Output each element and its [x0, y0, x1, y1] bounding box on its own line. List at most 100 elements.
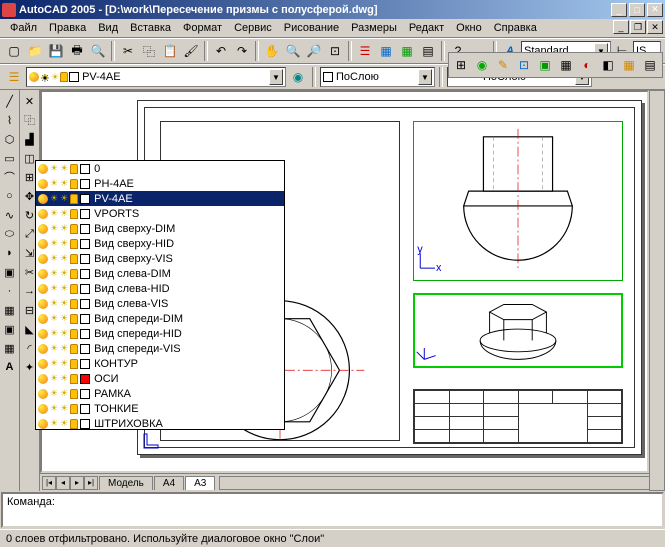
color-swatch[interactable] [80, 299, 90, 309]
freeze-icon[interactable]: ☀ [60, 313, 68, 324]
tab-prev-icon[interactable]: ◂ [56, 476, 70, 490]
doc-minimize-button[interactable]: _ [613, 20, 629, 34]
menu-Файл[interactable]: Файл [4, 20, 43, 36]
color-swatch[interactable] [80, 284, 90, 294]
bulb-icon[interactable] [38, 314, 48, 324]
color-swatch[interactable] [80, 374, 90, 384]
layer-item-Вид слева-VIS[interactable]: ☀☀Вид слева-VIS [36, 296, 284, 311]
tb-icon[interactable]: ✎ [493, 55, 513, 75]
lock-icon[interactable] [70, 179, 78, 189]
redo-icon[interactable]: ↷ [232, 41, 252, 61]
sun-icon[interactable]: ☀ [50, 268, 58, 279]
tb-icon[interactable]: ▣ [535, 55, 555, 75]
preview-icon[interactable]: 🔍 [88, 41, 108, 61]
sun-icon[interactable]: ☀ [50, 178, 58, 189]
region-icon[interactable]: ▣ [1, 320, 19, 338]
layer-item-Вид слева-HID[interactable]: ☀☀Вид слева-HID [36, 281, 284, 296]
copy-icon[interactable]: ⿻ [139, 41, 159, 61]
layer-item-Вид слева-DIM[interactable]: ☀☀Вид слева-DIM [36, 266, 284, 281]
match-icon[interactable]: 🖌 [181, 41, 201, 61]
layer-item-КОНТУР[interactable]: ☀☀КОНТУР [36, 356, 284, 371]
copyobj-icon[interactable]: ⿻ [21, 111, 39, 129]
hatch-icon[interactable]: ▦ [1, 301, 19, 319]
lock-icon[interactable] [70, 404, 78, 414]
freeze-icon[interactable]: ☀ [60, 373, 68, 384]
freeze-icon[interactable]: ☀ [60, 163, 68, 174]
color-swatch[interactable] [80, 239, 90, 249]
sun-icon[interactable]: ☀ [50, 253, 58, 264]
freeze-icon[interactable]: ☀ [60, 253, 68, 264]
bulb-icon[interactable] [38, 389, 48, 399]
polygon-icon[interactable]: ⬡ [1, 130, 19, 148]
menu-Редакт[interactable]: Редакт [403, 20, 450, 36]
freeze-icon[interactable]: ☀ [60, 238, 68, 249]
tb-icon[interactable]: ▦ [556, 55, 576, 75]
layer-item-Вид спереди-HID[interactable]: ☀☀Вид спереди-HID [36, 326, 284, 341]
menu-Окно[interactable]: Окно [450, 20, 488, 36]
props-icon[interactable]: ☰ [355, 41, 375, 61]
layer-item-VPORTS[interactable]: ☀☀VPORTS [36, 206, 284, 221]
lock-icon[interactable] [70, 284, 78, 294]
layer-item-Вид сверху-DIM[interactable]: ☀☀Вид сверху-DIM [36, 221, 284, 236]
layer-manager-icon[interactable]: ☰ [4, 67, 24, 87]
freeze-icon[interactable]: ☀ [60, 388, 68, 399]
doc-restore-button[interactable]: ❐ [630, 20, 646, 34]
lock-icon[interactable] [70, 419, 78, 429]
layer-prev-icon[interactable]: ◉ [288, 67, 308, 87]
layer-combo[interactable]: ☀ ☀ PV-4AE ▼ [26, 67, 286, 87]
close-button[interactable]: ✕ [647, 3, 663, 17]
minimize-button[interactable]: _ [611, 3, 627, 17]
bulb-icon[interactable] [38, 209, 48, 219]
viewport-iso[interactable] [413, 293, 623, 368]
chevron-down-icon[interactable]: ▼ [269, 69, 283, 85]
dwf-icon[interactable]: ▤ [418, 41, 438, 61]
layer-item-Вид спереди-VIS[interactable]: ☀☀Вид спереди-VIS [36, 341, 284, 356]
scrollbar-vertical[interactable] [649, 90, 665, 491]
layer-item-PV-4AE[interactable]: ☀☀PV-4AE [36, 191, 284, 206]
bulb-icon[interactable] [38, 404, 48, 414]
tb-icon[interactable]: ▦ [619, 55, 639, 75]
lock-icon[interactable] [70, 329, 78, 339]
bulb-icon[interactable] [38, 284, 48, 294]
layer-item-Вид спереди-DIM[interactable]: ☀☀Вид спереди-DIM [36, 311, 284, 326]
lock-icon[interactable] [70, 194, 78, 204]
lock-icon[interactable] [70, 209, 78, 219]
layer-dropdown[interactable]: ☀☀0☀☀PH-4AE☀☀PV-4AE☀☀VPORTS☀☀Вид сверху-… [35, 160, 285, 430]
color-swatch[interactable] [80, 419, 90, 429]
sun-icon[interactable]: ☀ [50, 283, 58, 294]
bulb-icon[interactable] [38, 239, 48, 249]
spline-icon[interactable]: ∿ [1, 206, 19, 224]
line-icon[interactable]: ╱ [1, 92, 19, 110]
dc-icon[interactable]: ▦ [376, 41, 396, 61]
sun-icon[interactable]: ☀ [50, 223, 58, 234]
layer-item-Вид сверху-VIS[interactable]: ☀☀Вид сверху-VIS [36, 251, 284, 266]
bulb-icon[interactable] [38, 299, 48, 309]
modify-toolbar[interactable]: ⊞ ◉ ✎ ⊡ ▣ ▦ ◐ ◧ ▦ ▤ [448, 52, 663, 78]
layer-item-РАМКА[interactable]: ☀☀РАМКА [36, 386, 284, 401]
sun-icon[interactable]: ☀ [50, 358, 58, 369]
chevron-down-icon[interactable]: ▼ [418, 69, 432, 85]
freeze-icon[interactable]: ☀ [60, 403, 68, 414]
layer-item-ШТРИХОВКА[interactable]: ☀☀ШТРИХОВКА [36, 416, 284, 430]
lock-icon[interactable] [70, 359, 78, 369]
tab-last-icon[interactable]: ▸| [84, 476, 98, 490]
color-swatch[interactable] [80, 389, 90, 399]
menu-Сервис[interactable]: Сервис [228, 20, 278, 36]
paste-icon[interactable]: 📋 [160, 41, 180, 61]
freeze-icon[interactable]: ☀ [60, 208, 68, 219]
layer-item-PH-4AE[interactable]: ☀☀PH-4AE [36, 176, 284, 191]
maximize-button[interactable]: □ [629, 3, 645, 17]
bulb-icon[interactable] [38, 329, 48, 339]
sun-icon[interactable]: ☀ [50, 193, 58, 204]
doc-close-button[interactable]: ✕ [647, 20, 663, 34]
pline-icon[interactable]: ⌇ [1, 111, 19, 129]
circle-icon[interactable]: ○ [1, 187, 19, 205]
lock-icon[interactable] [70, 374, 78, 384]
sun-icon[interactable]: ☀ [50, 328, 58, 339]
color-swatch[interactable] [80, 164, 90, 174]
zoomall-icon[interactable]: ⊡ [325, 41, 345, 61]
lock-icon[interactable] [70, 269, 78, 279]
layout-tab-A4[interactable]: A4 [154, 476, 184, 490]
ellipse-icon[interactable]: ⬭ [1, 225, 19, 243]
lock-icon[interactable] [70, 344, 78, 354]
